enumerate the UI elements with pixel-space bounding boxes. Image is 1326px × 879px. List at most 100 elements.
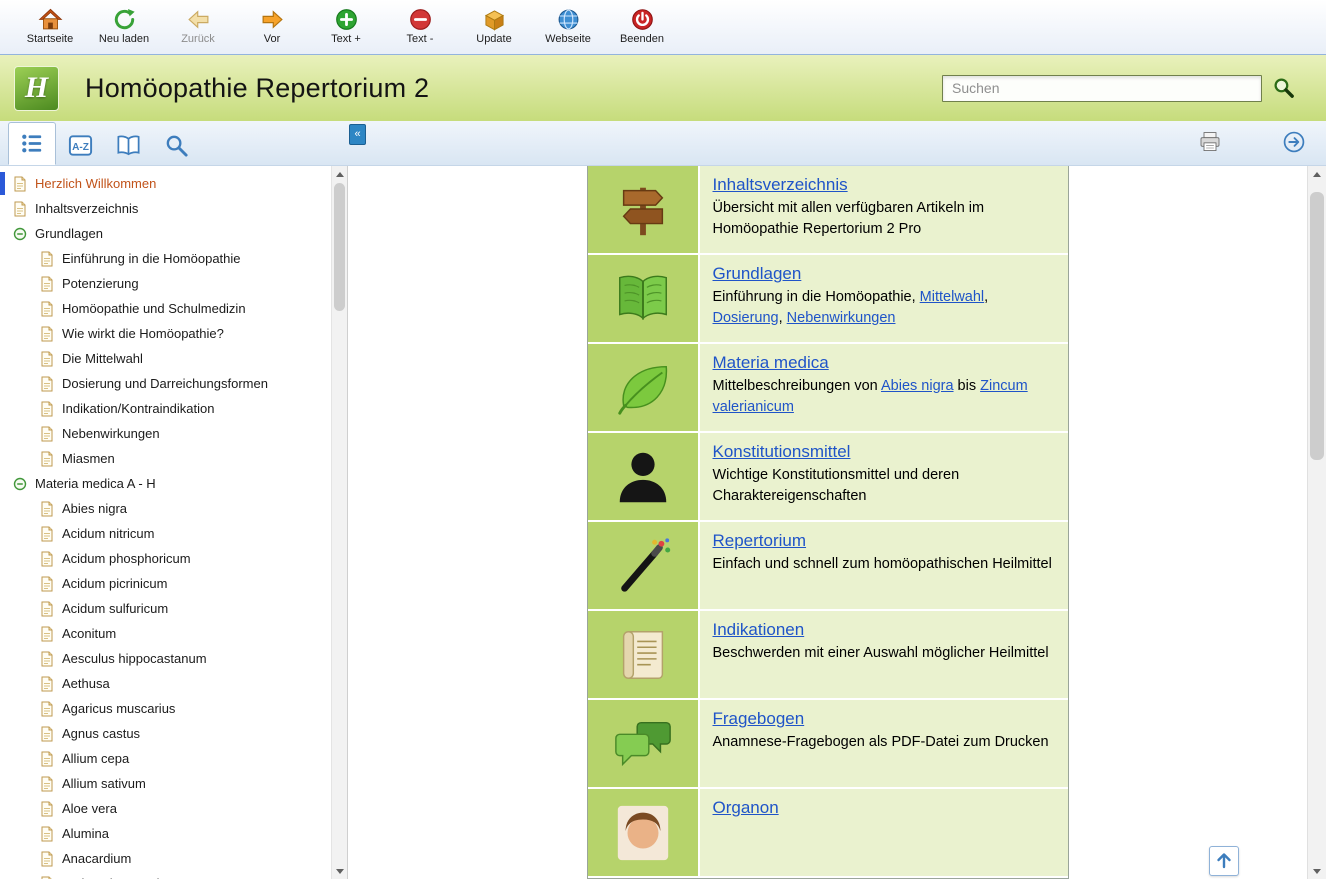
next-page-button[interactable] — [1280, 128, 1308, 156]
content-scroll-up-button[interactable] — [1308, 166, 1326, 182]
toolbar-button-update[interactable]: Update — [464, 3, 524, 49]
toc-item-label: Inhaltsverzeichnis — [35, 201, 138, 216]
printer-icon — [1198, 130, 1222, 154]
section-row-fragebogen: Fragebogen Anamnese-Fragebogen als PDF-D… — [588, 700, 1068, 789]
toolbar-button-vor[interactable]: Vor — [242, 3, 302, 49]
toc-item-label: Agaricus muscarius — [62, 701, 175, 716]
search-icon — [163, 132, 190, 159]
section-title-link[interactable]: Konstitutionsmittel — [713, 442, 851, 462]
toc-item[interactable]: Acidum sulfuricum — [0, 596, 330, 621]
toc-item[interactable]: Aethusa — [0, 671, 330, 696]
content-scrollbar-thumb[interactable] — [1310, 192, 1324, 460]
section-body: Repertorium Einfach und schnell zum homö… — [700, 522, 1068, 609]
toc-item[interactable]: Aloe vera — [0, 796, 330, 821]
description-link[interactable]: Dosierung — [713, 310, 779, 326]
toc-item[interactable]: Allium sativum — [0, 771, 330, 796]
arrow-up-icon — [1212, 849, 1236, 873]
scroll-to-top-button[interactable] — [1209, 846, 1239, 876]
toolbar-button-startseite[interactable]: Startseite — [20, 3, 80, 49]
sidebar-scroll-up-button[interactable] — [332, 166, 347, 182]
home-icon — [38, 7, 63, 32]
section-description: Anamnese-Fragebogen als PDF-Datei zum Dr… — [713, 732, 1055, 753]
description-text: Wichtige Konstitutionsmittel und deren C… — [713, 467, 960, 504]
section-icon-cell — [588, 344, 700, 431]
section-title-link[interactable]: Fragebogen — [713, 709, 805, 729]
toc-item[interactable]: Inhaltsverzeichnis — [0, 196, 330, 221]
view-tab-suche[interactable] — [152, 126, 200, 165]
content-scrollbar[interactable] — [1307, 166, 1326, 879]
toc-item[interactable]: Alumina — [0, 821, 330, 846]
toc-item[interactable]: Acidum picrinicum — [0, 571, 330, 596]
toc-item[interactable]: Agnus castus — [0, 721, 330, 746]
view-tab-index-az[interactable]: A-Z — [56, 126, 104, 165]
toc-item-label: Materia medica A - H — [35, 476, 156, 491]
section-title-link[interactable]: Indikationen — [713, 620, 805, 640]
list-icon — [19, 130, 46, 157]
toc-item-label: Indikation/Kontraindikation — [62, 401, 215, 416]
toc-item[interactable]: Potenzierung — [0, 271, 330, 296]
toc-item[interactable]: Dosierung und Darreichungsformen — [0, 371, 330, 396]
description-text: , — [779, 310, 787, 326]
toc-item[interactable]: Grundlagen — [0, 221, 330, 246]
description-link[interactable]: Mittelwahl — [920, 289, 984, 305]
view-tab-buch[interactable] — [104, 126, 152, 165]
toc-item-label: Abies nigra — [62, 501, 127, 516]
section-description: Einfach und schnell zum homöopathischen … — [713, 554, 1055, 575]
page-icon — [40, 351, 54, 367]
toc-item[interactable]: Aconitum — [0, 621, 330, 646]
toc-item[interactable]: Wie wirkt die Homöopathie? — [0, 321, 330, 346]
description-link[interactable]: Abies nigra — [881, 378, 954, 394]
page-icon — [13, 201, 27, 217]
section-title-link[interactable]: Repertorium — [713, 531, 807, 551]
toc-item[interactable]: Homöopathie und Schulmedizin — [0, 296, 330, 321]
az-icon: A-Z — [67, 132, 94, 159]
print-button[interactable] — [1196, 128, 1224, 156]
search-button[interactable] — [1268, 73, 1300, 103]
sidebar-scroll-down-button[interactable] — [332, 863, 347, 879]
toolbar-button-beenden[interactable]: Beenden — [612, 3, 672, 49]
sidebar-scrollbar-thumb[interactable] — [334, 183, 345, 311]
section-title-link[interactable]: Organon — [713, 798, 779, 818]
toc-item[interactable]: Antimonium crudum — [0, 871, 330, 879]
toolbar-button-neu-laden[interactable]: Neu laden — [94, 3, 154, 49]
toc-item[interactable]: Anacardium — [0, 846, 330, 871]
description-link[interactable]: Nebenwirkungen — [787, 310, 896, 326]
toc-item[interactable]: Nebenwirkungen — [0, 421, 330, 446]
toolbar-button-text-minus[interactable]: Text - — [390, 3, 450, 49]
toc-item[interactable]: Allium cepa — [0, 746, 330, 771]
sidebar-scrollbar[interactable] — [331, 166, 347, 879]
toc-item[interactable]: Einführung in die Homöopathie — [0, 246, 330, 271]
section-icon-cell — [588, 255, 700, 342]
view-tab-inhalt[interactable] — [8, 122, 56, 165]
toolbar-button-zurueck[interactable]: Zurück — [168, 3, 228, 49]
page-icon — [40, 701, 54, 717]
toc-item[interactable]: Herzlich Willkommen — [0, 171, 330, 196]
toc-item[interactable]: Abies nigra — [0, 496, 330, 521]
text-plus-icon — [334, 7, 359, 32]
toolbar-button-label: Beenden — [620, 33, 664, 45]
section-title-link[interactable]: Inhaltsverzeichnis — [713, 175, 848, 195]
toolbar-button-label: Text + — [331, 33, 361, 45]
toc-item[interactable]: Acidum phosphoricum — [0, 546, 330, 571]
toc-item[interactable]: Miasmen — [0, 446, 330, 471]
section-icon-cell — [588, 789, 700, 876]
toc-item[interactable]: Agaricus muscarius — [0, 696, 330, 721]
toc-item[interactable]: Acidum nitricum — [0, 521, 330, 546]
page-icon — [40, 626, 54, 642]
forward-icon — [260, 7, 285, 32]
collapse-sidebar-button[interactable]: « — [349, 124, 366, 145]
search-input[interactable] — [942, 75, 1262, 102]
toc-item[interactable]: Indikation/Kontraindikation — [0, 396, 330, 421]
toc-item[interactable]: Die Mittelwahl — [0, 346, 330, 371]
description-text: Mittelbeschreibungen von — [713, 378, 881, 394]
page-icon — [13, 176, 27, 192]
toc-item[interactable]: Materia medica A - H — [0, 471, 330, 496]
section-title-link[interactable]: Grundlagen — [713, 264, 802, 284]
toc-item[interactable]: Aesculus hippocastanum — [0, 646, 330, 671]
description-text: , — [984, 289, 988, 305]
content-scroll-down-button[interactable] — [1308, 863, 1326, 879]
toolbar-button-text-plus[interactable]: Text + — [316, 3, 376, 49]
toc-item-label: Allium sativum — [62, 776, 146, 791]
section-title-link[interactable]: Materia medica — [713, 353, 829, 373]
toolbar-button-webseite[interactable]: Webseite — [538, 3, 598, 49]
